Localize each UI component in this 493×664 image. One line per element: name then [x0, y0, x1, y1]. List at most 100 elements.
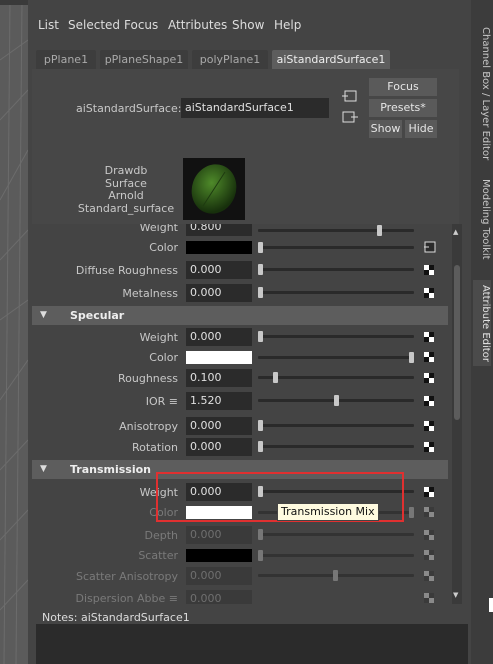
menu-help[interactable]: Help — [274, 18, 301, 32]
diffuse-roughness-label: Diffuse Roughness — [75, 264, 178, 277]
scrollbar-thumb[interactable] — [454, 265, 460, 420]
metalness-field[interactable]: 0.000 — [186, 284, 252, 302]
connected-texture-icon[interactable] — [424, 241, 436, 256]
map-button-checker-icon[interactable] — [424, 288, 434, 298]
collapse-triangle-icon: ▼ — [40, 464, 47, 474]
attribute-editor: List Selected Focus Attributes Show Help… — [28, 0, 471, 664]
tab-attribute-editor[interactable]: Attribute Editor — [473, 280, 491, 366]
map-button-checker-icon[interactable] — [424, 265, 434, 275]
anisotropy-handle[interactable] — [258, 420, 263, 431]
map-button-checker-icon[interactable] — [424, 571, 434, 581]
ior-label: IOR ≡ — [145, 395, 178, 408]
focus-button[interactable]: Focus — [369, 78, 437, 96]
scatter-anisotropy-handle[interactable] — [333, 570, 338, 581]
presets-button[interactable]: Presets* — [369, 99, 437, 117]
node-name-field[interactable]: aiStandardSurface1 — [181, 98, 329, 118]
dispersion-abbe-field[interactable]: 0.000 — [186, 590, 252, 604]
collapse-triangle-icon: ▼ — [40, 310, 47, 320]
tab-channel-box-layer-editor[interactable]: Channel Box / Layer Editor — [473, 24, 491, 164]
scroll-up-arrow-icon[interactable]: ▲ — [453, 228, 458, 236]
specular-weight-handle[interactable] — [258, 331, 263, 342]
scatter-slider[interactable] — [258, 554, 414, 557]
anisotropy-label: Anisotropy — [119, 420, 178, 433]
tab-pplane1[interactable]: pPlane1 — [36, 50, 96, 69]
depth-slider[interactable] — [258, 533, 414, 536]
viewport-wireframe — [0, 0, 28, 664]
specular-roughness-handle[interactable] — [273, 372, 278, 383]
rotation-field[interactable]: 0.000 — [186, 438, 252, 456]
diffuse-roughness-field[interactable]: 0.000 — [186, 261, 252, 279]
specular-color-swatch[interactable] — [186, 351, 252, 364]
specular-section-header[interactable]: ▼ Specular — [32, 306, 448, 325]
base-color-handle[interactable] — [258, 242, 263, 253]
metalness-handle[interactable] — [258, 287, 263, 298]
scroll-down-arrow-icon[interactable]: ▼ — [453, 591, 458, 599]
anisotropy-field[interactable]: 0.000 — [186, 417, 252, 435]
map-button-checker-icon[interactable] — [424, 593, 434, 603]
specular-weight-field[interactable]: 0.000 — [186, 328, 252, 346]
menu-attributes[interactable]: Attributes — [168, 18, 227, 32]
show-button[interactable]: Show — [369, 120, 402, 138]
rotation-handle[interactable] — [258, 441, 263, 452]
depth-handle[interactable] — [258, 529, 263, 540]
notes-textarea[interactable] — [36, 624, 468, 664]
anisotropy-slider[interactable] — [258, 424, 414, 427]
specular-color-slider[interactable] — [258, 356, 414, 359]
metalness-label: Metalness — [122, 287, 178, 300]
map-button-checker-icon[interactable] — [424, 530, 434, 540]
base-weight-label: Weight — [139, 224, 178, 234]
material-swatch[interactable] — [183, 158, 245, 220]
output-connection-icon[interactable] — [342, 110, 358, 127]
depth-field[interactable]: 0.000 — [186, 526, 252, 544]
leaf-preview-icon — [191, 164, 237, 214]
metalness-slider[interactable] — [258, 291, 414, 294]
diffuse-roughness-slider[interactable] — [258, 268, 414, 271]
map-button-checker-icon[interactable] — [424, 396, 434, 406]
menu-show[interactable]: Show — [232, 18, 264, 32]
depth-label: Depth — [144, 529, 178, 542]
map-button-checker-icon[interactable] — [424, 487, 434, 497]
scatter-handle[interactable] — [258, 550, 263, 561]
hide-button[interactable]: Hide — [405, 120, 437, 138]
map-button-checker-icon[interactable] — [424, 442, 434, 452]
swatch-caption-line: Standard_surface — [77, 201, 175, 215]
tab-pplaneshape1[interactable]: pPlaneShape1 — [100, 50, 188, 69]
transmission-section-title: Transmission — [70, 463, 152, 476]
diffuse-roughness-handle[interactable] — [258, 264, 263, 275]
map-button-checker-icon[interactable] — [424, 332, 434, 342]
viewport-panel[interactable] — [0, 0, 28, 664]
base-weight-field[interactable]: 0.800 — [186, 224, 252, 236]
transmission-color-handle[interactable] — [409, 507, 414, 518]
menu-focus[interactable]: Focus — [124, 18, 158, 32]
tab-aistandardsurface1[interactable]: aiStandardSurface1 — [272, 50, 390, 69]
map-button-checker-icon[interactable] — [424, 507, 434, 517]
dispersion-abbe-label: Dispersion Abbe ≡ — [75, 592, 179, 604]
tab-polyplane1[interactable]: polyPlane1 — [192, 50, 268, 69]
specular-weight-slider[interactable] — [258, 335, 414, 338]
scatter-anisotropy-field[interactable]: 0.000 — [186, 567, 252, 585]
map-button-checker-icon[interactable] — [424, 550, 434, 560]
rotation-slider[interactable] — [258, 445, 414, 448]
tab-modeling-toolkit[interactable]: Modeling Toolkit — [473, 176, 491, 262]
base-weight-slider[interactable] — [258, 229, 414, 232]
swatch-caption-line: Arnold — [108, 189, 144, 202]
specular-roughness-slider[interactable] — [258, 376, 414, 379]
base-color-swatch[interactable] — [186, 241, 252, 254]
scatter-color-swatch[interactable] — [186, 549, 252, 562]
node-tabs: pPlane1 pPlaneShape1 polyPlane1 aiStanda… — [32, 50, 470, 69]
ior-field[interactable]: 1.520 — [186, 392, 252, 410]
attribute-scroll-area: Weight 0.800 Color Diffuse Roughness 0.0… — [28, 224, 452, 604]
base-weight-handle[interactable] — [377, 225, 382, 236]
map-button-checker-icon[interactable] — [424, 352, 434, 362]
scatter-anisotropy-label: Scatter Anisotropy — [75, 570, 178, 583]
map-button-checker-icon[interactable] — [424, 421, 434, 431]
menu-list[interactable]: List — [38, 18, 59, 32]
ior-handle[interactable] — [334, 395, 339, 406]
specular-color-handle[interactable] — [409, 352, 414, 363]
edge-marker — [489, 598, 493, 612]
base-color-slider[interactable] — [258, 246, 414, 249]
input-connection-icon[interactable] — [342, 89, 358, 106]
map-button-checker-icon[interactable] — [424, 373, 434, 383]
menu-selected[interactable]: Selected — [68, 18, 120, 32]
specular-roughness-field[interactable]: 0.100 — [186, 369, 252, 387]
